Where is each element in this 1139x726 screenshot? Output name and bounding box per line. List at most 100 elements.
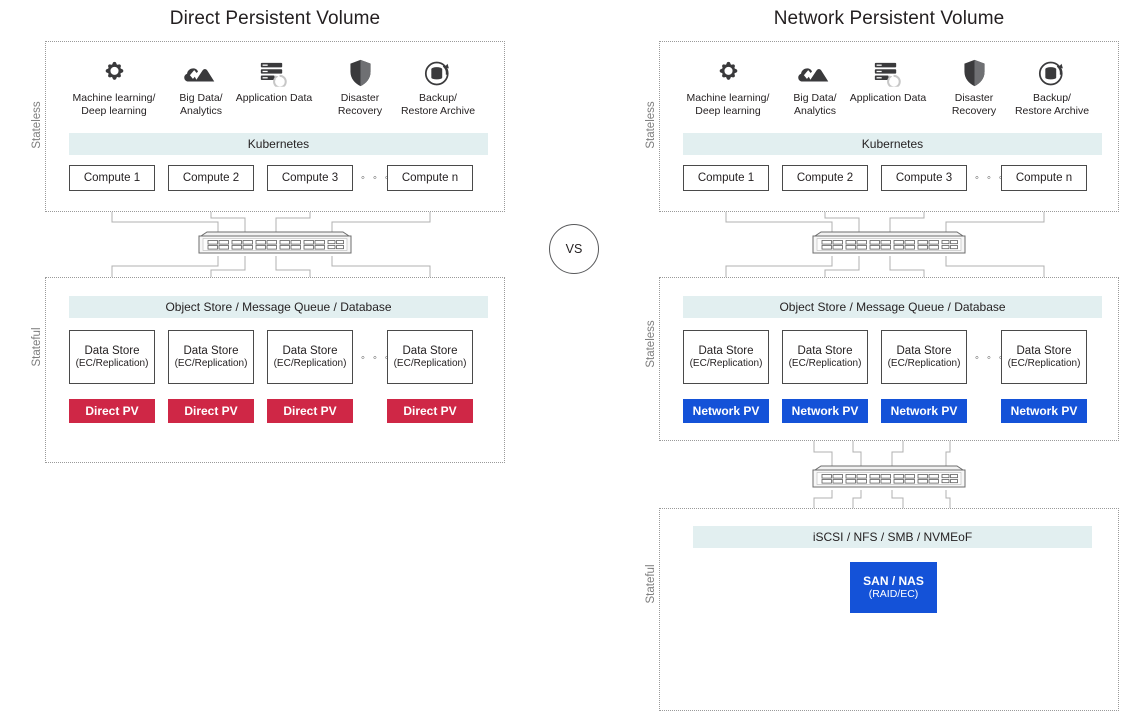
data-store-name: Data Store: [282, 344, 338, 357]
pv-label: Network PV: [1010, 403, 1078, 418]
right-network-pv-n: Network PV: [1001, 399, 1087, 423]
gear-ring-icon: [715, 57, 742, 87]
pv-label: Network PV: [890, 403, 958, 418]
workload-backup-restore-right: Backup/ Restore Archive: [1005, 57, 1099, 118]
compute-label: Compute 1: [697, 171, 755, 184]
data-store-sub: (EC/Replication): [887, 357, 961, 369]
workload-label: Backup/ Restore Archive: [400, 92, 476, 117]
data-store-sub: (EC/Replication): [273, 357, 347, 369]
left-direct-pv-n: Direct PV: [387, 399, 473, 423]
data-store-name: Data Store: [1016, 344, 1072, 357]
data-store-sub: (EC/Replication): [689, 357, 763, 369]
left-data-store-3: Data Store (EC/Replication): [267, 330, 353, 384]
vs-comparator: VS: [549, 224, 599, 274]
workload-label: Application Data: [235, 92, 313, 104]
workload-label: Application Data: [849, 92, 927, 104]
diagram-canvas: Direct Persistent Volume Stateless Machi…: [0, 0, 1139, 726]
data-store-sub: (EC/Replication): [1007, 357, 1081, 369]
right-column-title: Network Persistent Volume: [773, 8, 1005, 29]
pv-label: Network PV: [791, 403, 859, 418]
database-restore-icon: [1038, 57, 1066, 87]
right-data-store-3: Data Store (EC/Replication): [881, 330, 967, 384]
right-compute-1: Compute 1: [683, 165, 769, 191]
right-stateful-label: Stateful: [645, 564, 657, 604]
workload-backup-restore-left: Backup/ Restore Archive: [391, 57, 485, 118]
workload-label: Machine learning/ Deep learning: [72, 92, 156, 117]
right-data-store-1: Data Store (EC/Replication): [683, 330, 769, 384]
data-store-sub: (EC/Replication): [788, 357, 862, 369]
workload-machine-learning-right: Machine learning/ Deep learning: [682, 57, 774, 118]
workload-disaster-recovery-left: Disaster Recovery: [325, 57, 395, 118]
workload-label: Disaster Recovery: [951, 92, 997, 117]
cloud-analytics-icon: [184, 57, 218, 87]
server-sync-icon: [260, 57, 289, 87]
pv-label: Direct PV: [85, 403, 139, 418]
left-connectors-bottom: [111, 256, 431, 277]
compute-label: Compute 3: [281, 171, 339, 184]
workload-application-data-right: Application Data: [845, 57, 931, 105]
compute-label: Compute 2: [182, 171, 240, 184]
left-stateless-label: Stateless: [31, 101, 43, 149]
workload-label: Disaster Recovery: [337, 92, 383, 117]
data-store-name: Data Store: [698, 344, 754, 357]
right-services-bar: Object Store / Message Queue / Database: [683, 296, 1102, 318]
workload-application-data-left: Application Data: [231, 57, 317, 105]
left-compute-3: Compute 3: [267, 165, 353, 191]
left-data-store-n: Data Store (EC/Replication): [387, 330, 473, 384]
right-data-store-2: Data Store (EC/Replication): [782, 330, 868, 384]
data-store-name: Data Store: [896, 344, 952, 357]
shield-icon: [963, 57, 986, 87]
data-store-name: Data Store: [797, 344, 853, 357]
right-connectors-bottom1: [725, 256, 1045, 277]
right-compute-n: Compute n: [1001, 165, 1087, 191]
workload-disaster-recovery-right: Disaster Recovery: [939, 57, 1009, 118]
right-stateless-top-label: Stateless: [645, 101, 657, 149]
left-services-bar: Object Store / Message Queue / Database: [69, 296, 488, 318]
pv-label: Network PV: [692, 403, 760, 418]
left-connectors-top: [111, 211, 431, 232]
workload-label: Backup/ Restore Archive: [1014, 92, 1090, 117]
left-kubernetes-bar: Kubernetes: [69, 133, 488, 155]
compute-label: Compute 1: [83, 171, 141, 184]
network-switch-right-top: [812, 231, 966, 254]
data-store-name: Data Store: [402, 344, 458, 357]
network-switch-right-bottom: [812, 465, 966, 488]
workload-machine-learning-left: Machine learning/ Deep learning: [68, 57, 160, 118]
left-column-title: Direct Persistent Volume: [169, 8, 381, 29]
workload-label: Big Data/ Analytics: [179, 92, 223, 117]
workload-label: Machine learning/ Deep learning: [686, 92, 770, 117]
left-compute-2: Compute 2: [168, 165, 254, 191]
right-stateless-mid-label: Stateless: [645, 320, 657, 368]
server-sync-icon: [874, 57, 903, 87]
pv-label: Direct PV: [184, 403, 238, 418]
right-protocol-bar: iSCSI / NFS / SMB / NVMEoF: [693, 526, 1092, 548]
compute-label: Compute 2: [796, 171, 854, 184]
data-store-sub: (EC/Replication): [393, 357, 467, 369]
left-direct-pv-2: Direct PV: [168, 399, 254, 423]
network-switch-left: [198, 231, 352, 254]
right-compute-3: Compute 3: [881, 165, 967, 191]
workload-big-data-right: Big Data/ Analytics: [777, 57, 853, 118]
shield-icon: [349, 57, 372, 87]
right-network-pv-2: Network PV: [782, 399, 868, 423]
data-store-sub: (EC/Replication): [174, 357, 248, 369]
right-connectors-top1: [725, 211, 1045, 232]
left-data-store-2: Data Store (EC/Replication): [168, 330, 254, 384]
right-network-pv-1: Network PV: [683, 399, 769, 423]
database-restore-icon: [424, 57, 452, 87]
left-compute-n: Compute n: [387, 165, 473, 191]
right-network-pv-3: Network PV: [881, 399, 967, 423]
left-direct-pv-3: Direct PV: [267, 399, 353, 423]
compute-label: Compute n: [401, 171, 459, 184]
right-connectors-bottom2: [813, 490, 951, 508]
right-data-store-n: Data Store (EC/Replication): [1001, 330, 1087, 384]
left-stateful-label: Stateful: [31, 327, 43, 367]
data-store-sub: (EC/Replication): [75, 357, 149, 369]
san-nas-box: SAN / NAS (RAID/EC): [850, 562, 937, 613]
san-nas-label: SAN / NAS: [863, 574, 924, 588]
right-connectors-top2: [813, 441, 951, 466]
compute-label: Compute n: [1015, 171, 1073, 184]
data-store-name: Data Store: [183, 344, 239, 357]
pv-label: Direct PV: [283, 403, 337, 418]
pv-label: Direct PV: [403, 403, 457, 418]
